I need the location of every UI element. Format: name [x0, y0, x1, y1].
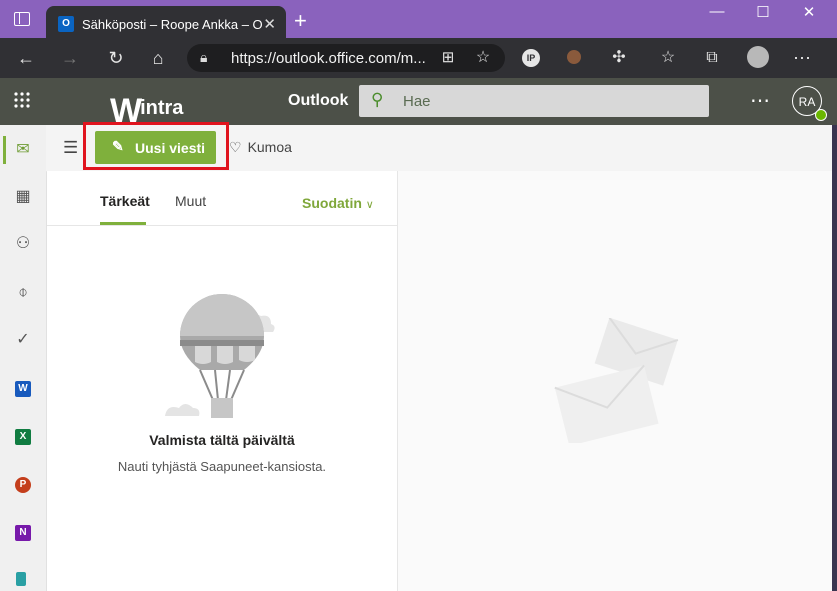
back-icon[interactable]: ←	[14, 46, 38, 70]
forward-icon[interactable]: →	[58, 46, 82, 70]
filter-label: Suodatin	[302, 195, 362, 211]
minimize-icon[interactable]: —	[702, 3, 732, 20]
window-edge	[832, 125, 837, 591]
attachment-icon[interactable]: ⌽	[10, 280, 36, 306]
app-launcher-icon[interactable]	[14, 92, 30, 108]
collections-icon[interactable]: ⧉	[700, 46, 724, 70]
lock-icon[interactable]: 🔒︎	[200, 49, 207, 66]
bookings-icon[interactable]	[16, 572, 26, 586]
tab-title: Sähköposti – Roope Ankka – Outlook	[82, 17, 262, 32]
more-options-icon[interactable]: ⋯	[790, 46, 814, 70]
extension-icon[interactable]	[567, 50, 581, 64]
powerpoint-icon[interactable]: P	[15, 477, 31, 493]
hamburger-menu-icon[interactable]: ☰	[63, 138, 78, 158]
favorites-icon[interactable]: ☆	[656, 46, 680, 70]
outlook-favicon-icon: O	[58, 16, 74, 32]
settings-more-icon[interactable]: ⋯	[750, 88, 770, 113]
home-icon[interactable]: ⌂	[146, 46, 170, 70]
refresh-icon[interactable]: ↻	[104, 46, 128, 70]
tab-focused[interactable]: Tärkeät	[100, 193, 150, 209]
people-icon[interactable]: ⚇	[10, 231, 36, 257]
tab-focused-indicator	[100, 222, 146, 225]
undo-button[interactable]: ♡ Kumoa	[229, 139, 292, 156]
todo-icon[interactable]: ✓	[10, 327, 36, 353]
empty-state-subtitle: Nauti tyhjästä Saapuneet-kansiosta.	[117, 459, 327, 474]
new-tab-icon[interactable]: +	[294, 8, 307, 34]
add-favorite-icon[interactable]: ☆	[471, 46, 495, 70]
tab-close-icon[interactable]: ✕	[263, 15, 276, 33]
empty-state-title: Valmista tältä päivältä	[149, 432, 295, 448]
mail-icon[interactable]: ✉	[10, 137, 36, 163]
undo-label: Kumoa	[247, 139, 292, 155]
word-icon[interactable]: W	[15, 381, 31, 397]
highlight-box	[83, 122, 229, 170]
presence-status-icon	[815, 109, 827, 121]
app-available-icon[interactable]: ⊞	[436, 46, 460, 70]
close-window-icon[interactable]: ✕	[794, 3, 824, 21]
rail-active-indicator	[3, 136, 6, 164]
maximize-icon[interactable]: ☐	[748, 3, 778, 21]
filter-button[interactable]: Suodatin ∨	[302, 195, 374, 211]
excel-icon[interactable]: X	[15, 429, 31, 445]
search-input[interactable]: Hae	[403, 93, 431, 110]
search-icon[interactable]: ⚲	[371, 90, 383, 110]
profile-icon[interactable]	[747, 46, 769, 68]
chevron-down-icon: ∨	[365, 199, 374, 211]
calendar-icon[interactable]: ▦	[10, 184, 36, 210]
envelopes-illustration	[554, 318, 679, 443]
url-text[interactable]: https://outlook.office.com/m...	[231, 50, 426, 67]
tab-other[interactable]: Muut	[175, 193, 206, 209]
onenote-icon[interactable]: N	[15, 525, 31, 541]
hot-air-balloon-illustration	[165, 294, 275, 418]
brand-name: intra	[140, 97, 184, 119]
ip-extension-icon[interactable]: IP	[522, 49, 540, 67]
app-title[interactable]: Outlook	[288, 92, 348, 110]
tab-actions-icon[interactable]	[14, 12, 30, 26]
brand-logo[interactable]: Wintra	[110, 84, 184, 130]
extensions-puzzle-icon[interactable]: ✣	[607, 46, 631, 70]
undo-icon: ♡	[229, 139, 242, 155]
